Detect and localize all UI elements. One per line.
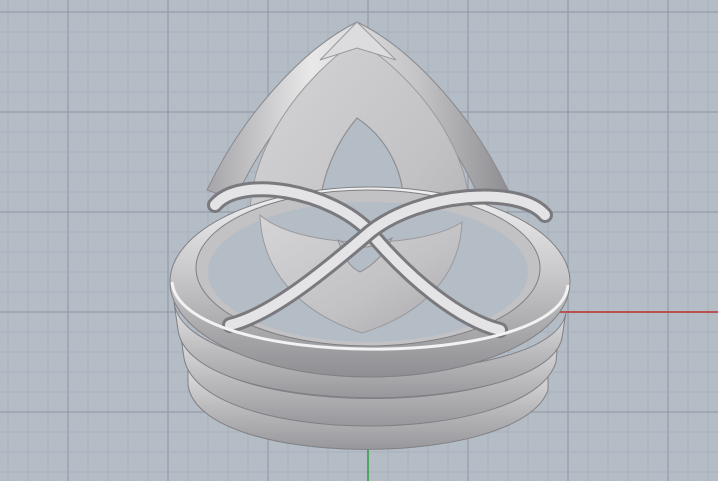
ring-model[interactable] <box>169 21 571 450</box>
viewport-canvas[interactable] <box>0 0 718 481</box>
3d-viewport[interactable] <box>0 0 718 481</box>
